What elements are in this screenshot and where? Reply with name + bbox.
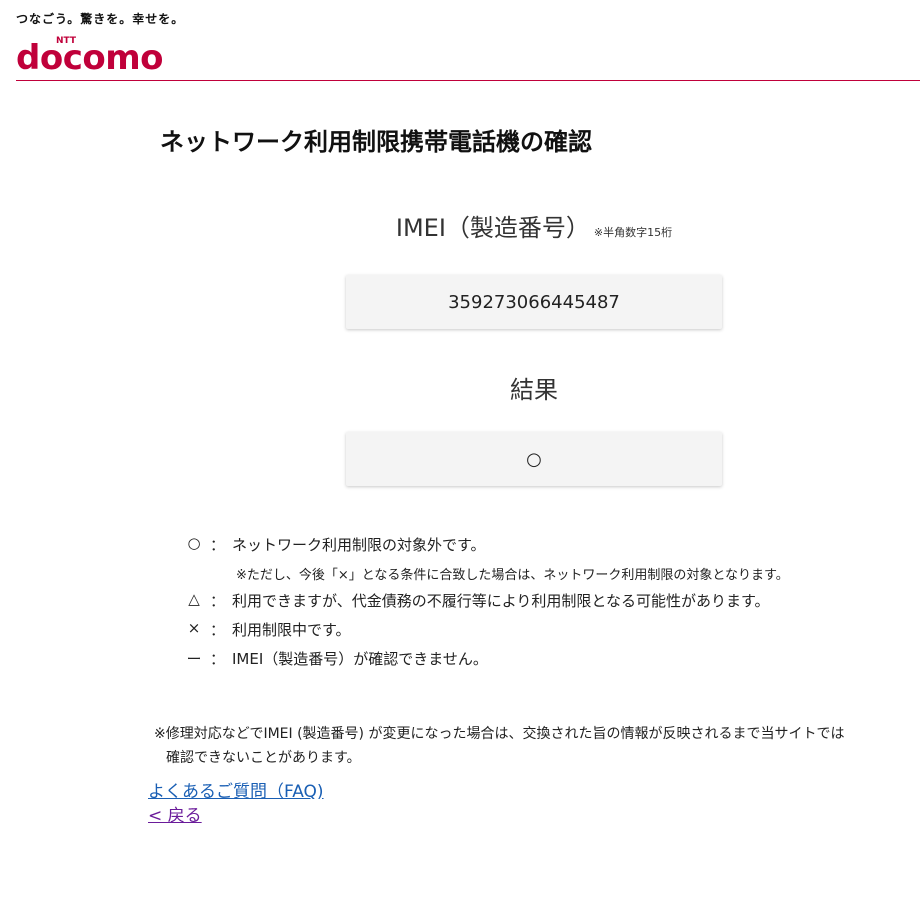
legend-description: ネットワーク利用制限の対象外です。 [232, 536, 486, 554]
imei-value: 359273066445487 [448, 291, 620, 313]
result-legend: ○ ： ネットワーク利用制限の対象外です。 ※ただし、今後「×」となる条件に合致… [184, 534, 904, 677]
legend-item-circle: ○ ： ネットワーク利用制限の対象外です。 [184, 534, 904, 563]
legend-description: 利用できますが、代金債務の不履行等により利用制限となる可能性があります。 [232, 592, 770, 610]
note-line-1: ※修理対応などでIMEI (製造番号) が変更になった場合は、交換された旨の情報… [154, 726, 845, 742]
note-line-2: 確認できないことがあります。 [166, 750, 361, 766]
imei-hint: ※半角数字15桁 [593, 226, 673, 239]
result-value: ○ [526, 448, 542, 470]
imei-change-note: ※修理対応などでIMEI (製造番号) が変更になった場合は、交換された旨の情報… [154, 722, 916, 770]
legend-item-cross: × ： 利用制限中です。 [184, 619, 904, 648]
faq-link[interactable]: よくあるご質問（FAQ) [148, 780, 324, 804]
tagline: つなごう。驚きを。幸せを。 [16, 12, 185, 26]
cross-symbol: × [187, 619, 201, 637]
dash-symbol: ー [186, 650, 202, 668]
footer-links: よくあるご質問（FAQ) < 戻る [148, 780, 324, 828]
legend-colon: ： [210, 621, 226, 639]
circle-symbol: ○ [187, 534, 201, 552]
logo-wordmark: docomo [16, 38, 164, 78]
legend-description: IMEI（製造番号）が確認できません。 [232, 650, 488, 668]
site-header: つなごう。驚きを。幸せを。 NTT docomo [0, 0, 920, 82]
legend-colon: ： [210, 650, 226, 668]
imei-label-text: IMEI（製造番号） [395, 214, 590, 242]
legend-item-dash: ー ： IMEI（製造番号）が確認できません。 [184, 648, 904, 677]
imei-label: IMEI（製造番号） ※半角数字15桁 [346, 208, 722, 243]
result-value-box: ○ [346, 432, 722, 486]
page-title: ネットワーク利用制限携帯電話機の確認 [160, 128, 592, 156]
imei-value-box: 359273066445487 [346, 275, 722, 329]
back-link[interactable]: < 戻る [148, 804, 324, 828]
legend-colon: ： [210, 536, 226, 554]
legend-item-triangle: △ ： 利用できますが、代金債務の不履行等により利用制限となる可能性があります。 [184, 590, 904, 619]
legend-colon: ： [210, 592, 226, 610]
result-label: 結果 [510, 376, 558, 404]
docomo-logo[interactable]: NTT docomo [16, 28, 186, 78]
header-divider [16, 80, 920, 81]
legend-circle-note: ※ただし、今後「×」となる条件に合致した場合は、ネットワーク利用制限の対象となり… [236, 568, 789, 583]
triangle-symbol: △ [188, 590, 200, 608]
legend-description: 利用制限中です。 [232, 621, 351, 639]
